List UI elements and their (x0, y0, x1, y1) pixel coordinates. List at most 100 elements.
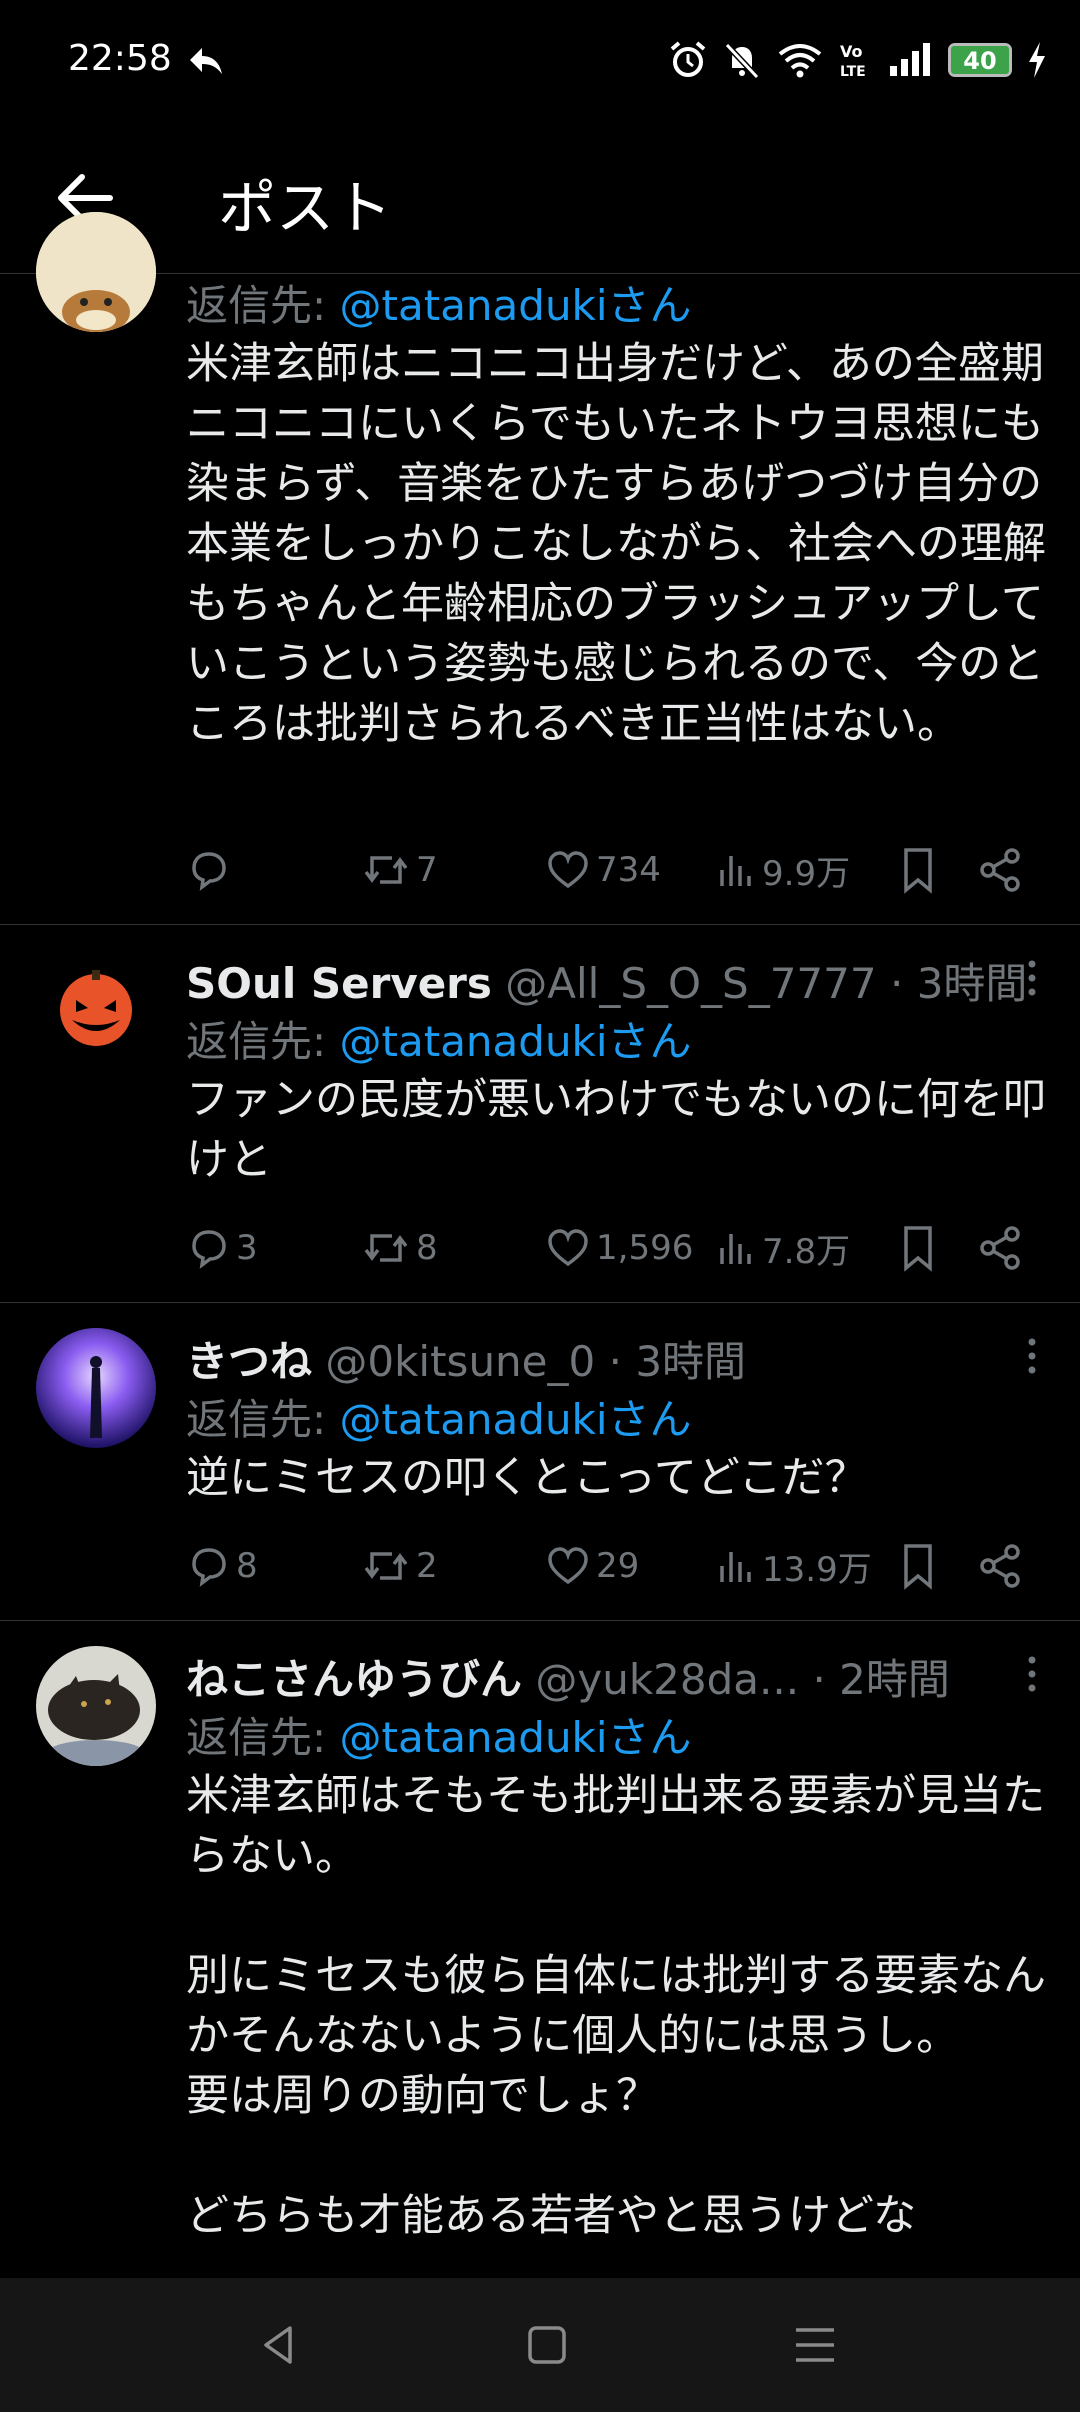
avatar[interactable] (36, 1646, 156, 1766)
author-handle[interactable]: @yuk28da... (535, 1655, 799, 1704)
author-name[interactable]: SOul Servers (186, 959, 492, 1008)
reply-to-line: 返信先: @tatanadukiさん (186, 1704, 692, 1765)
bookmark-icon[interactable] (898, 846, 938, 894)
eevee-avatar-icon (36, 212, 156, 332)
reply-button[interactable] (186, 840, 236, 900)
more-options-icon[interactable] (1022, 956, 1042, 1000)
tweet-time: 3時間 (916, 959, 1028, 1008)
views-button[interactable]: 7.8万 (716, 1218, 850, 1278)
avatar[interactable] (36, 950, 156, 1070)
repost-button[interactable]: 8 (362, 1218, 438, 1278)
more-options-icon[interactable] (1022, 1652, 1042, 1696)
view-count: 13.9万 (762, 1549, 872, 1590)
tweet-text: 逆にミセスの叩くとこってどこだ？ (186, 1453, 868, 1503)
heart-icon (548, 1547, 588, 1585)
volte-icon: Vo LTE (840, 42, 866, 80)
repost-button[interactable]: 2 (362, 1536, 438, 1596)
repost-icon (364, 856, 408, 884)
reply-icon (192, 1548, 226, 1587)
share-icon[interactable] (978, 1224, 1022, 1272)
tweet-header: SOul Servers @All_S_O_S_7777 · 3時間 (186, 959, 1028, 1008)
reply-to-link[interactable]: @tatanadukiさん (340, 1713, 692, 1762)
reply-arrow-icon (190, 48, 222, 74)
views-button[interactable]: 9.9万 (716, 840, 850, 900)
tweet-time: 3時間 (635, 1337, 747, 1386)
avatar[interactable] (36, 1328, 156, 1448)
menu-lines-icon[interactable] (790, 2320, 840, 2370)
author-handle[interactable]: @0kitsune_0 (325, 1337, 595, 1386)
tweet-actions: 7 734 9.9万 (186, 840, 1046, 900)
avatar[interactable] (36, 212, 156, 332)
tweet-header: ねこさんゆうびん @yuk28da... · 2時間 (186, 1655, 950, 1704)
tweet-actions: 8 2 29 13.9万 (186, 1536, 1046, 1596)
like-button[interactable]: 29 (546, 1536, 639, 1596)
reply-prefix: 返信先: (186, 281, 340, 330)
tweet-item[interactable]: SOul Servers @All_S_O_S_7777 · 3時間 返信先: … (0, 924, 1080, 1303)
repost-count: 2 (416, 1546, 438, 1586)
reply-button[interactable]: 3 (186, 1218, 258, 1278)
reply-to-link[interactable]: @tatanadukiさん (340, 1395, 692, 1444)
views-button[interactable]: 13.9万 (716, 1536, 872, 1596)
views-icon (720, 856, 751, 886)
like-count: 734 (596, 850, 661, 890)
signal-icon (890, 43, 930, 76)
view-count: 7.8万 (762, 1231, 851, 1272)
tweet-header: きつね @0kitsune_0 · 3時間 (186, 1337, 747, 1386)
like-count: 29 (596, 1546, 640, 1586)
author-handle[interactable]: @All_S_O_S_7777 (505, 959, 876, 1008)
status-time: 22:58 (68, 38, 172, 79)
reply-prefix: 返信先: (186, 1395, 340, 1444)
reply-count: 8 (236, 1546, 258, 1586)
repost-count: 7 (416, 850, 438, 890)
reply-button[interactable]: 8 (186, 1536, 258, 1596)
pumpkin-avatar-icon (36, 950, 156, 1070)
tweet-item[interactable]: きつね @0kitsune_0 · 3時間 返信先: @tatanadukiさん… (0, 1302, 1080, 1621)
reply-count: 3 (236, 1228, 258, 1268)
reply-prefix: 返信先: (186, 1017, 340, 1066)
heart-icon (548, 1229, 588, 1267)
tweet-text: 米津玄師はそもそも批判出来る要素が見当たらない。 別にミセスも彼ら自体には批判す… (186, 1771, 1046, 2241)
alarm-icon (670, 41, 706, 77)
more-options-icon[interactable] (1022, 1334, 1042, 1378)
like-button[interactable]: 1,596 (546, 1218, 693, 1278)
tweet-item[interactable]: 返信先: @tatanadukiさん 米津玄師はニコニコ出身だけど、あの全盛期ニ… (0, 212, 1080, 925)
author-name[interactable]: きつね (186, 1337, 312, 1386)
tweet-text: 米津玄師はニコニコ出身だけど、あの全盛期ニコニコにいくらでもいたネトウヨ思想にも… (186, 339, 1046, 749)
tweet-item[interactable]: ねこさんゆうびん @yuk28da... · 2時間 返信先: @tatanad… (0, 1620, 1080, 2280)
home-square-icon[interactable] (522, 2320, 572, 2370)
reply-icon (192, 852, 226, 891)
reply-to-link[interactable]: @tatanadukiさん (340, 1017, 692, 1066)
views-icon (720, 1234, 751, 1264)
tweet-actions: 3 8 1,596 7.8万 (186, 1218, 1046, 1278)
heart-icon (548, 851, 588, 889)
bookmark-icon[interactable] (898, 1224, 938, 1272)
svg-text:LTE: LTE (840, 64, 866, 80)
share-icon[interactable] (978, 1542, 1022, 1590)
tweet-time: 2時間 (839, 1655, 950, 1704)
author-name[interactable]: ねこさんゆうびん (186, 1655, 522, 1704)
wifi-icon (778, 44, 822, 78)
tweet-text: ファンの民度が悪いわけでもないのに何を叩けと (186, 1075, 1046, 1185)
share-icon[interactable] (978, 846, 1022, 894)
system-nav-bar (0, 2278, 1080, 2412)
reply-prefix: 返信先: (186, 1713, 340, 1762)
repost-icon (364, 1234, 408, 1262)
battery-indicator: 40 (948, 43, 1012, 77)
bookmark-icon[interactable] (898, 1542, 938, 1590)
cat-avatar-icon (36, 1646, 156, 1766)
svg-text:Vo: Vo (840, 42, 863, 61)
charging-bolt-icon (1029, 42, 1045, 78)
reply-to-link[interactable]: @tatanadukiさん (340, 281, 692, 330)
battery-level: 40 (963, 47, 997, 75)
view-count: 9.9万 (762, 853, 851, 894)
back-triangle-icon[interactable] (254, 2320, 304, 2370)
page-title: ポスト (218, 174, 393, 242)
repost-button[interactable]: 7 (362, 840, 438, 900)
like-count: 1,596 (596, 1228, 694, 1268)
reply-to-line: 返信先: @tatanadukiさん (186, 1386, 692, 1447)
views-icon (720, 1552, 751, 1582)
like-button[interactable]: 734 (546, 840, 661, 900)
repost-icon (364, 1552, 408, 1580)
reply-to-line: 返信先: @tatanadukiさん (186, 272, 692, 333)
concert-avatar-icon (36, 1328, 156, 1448)
